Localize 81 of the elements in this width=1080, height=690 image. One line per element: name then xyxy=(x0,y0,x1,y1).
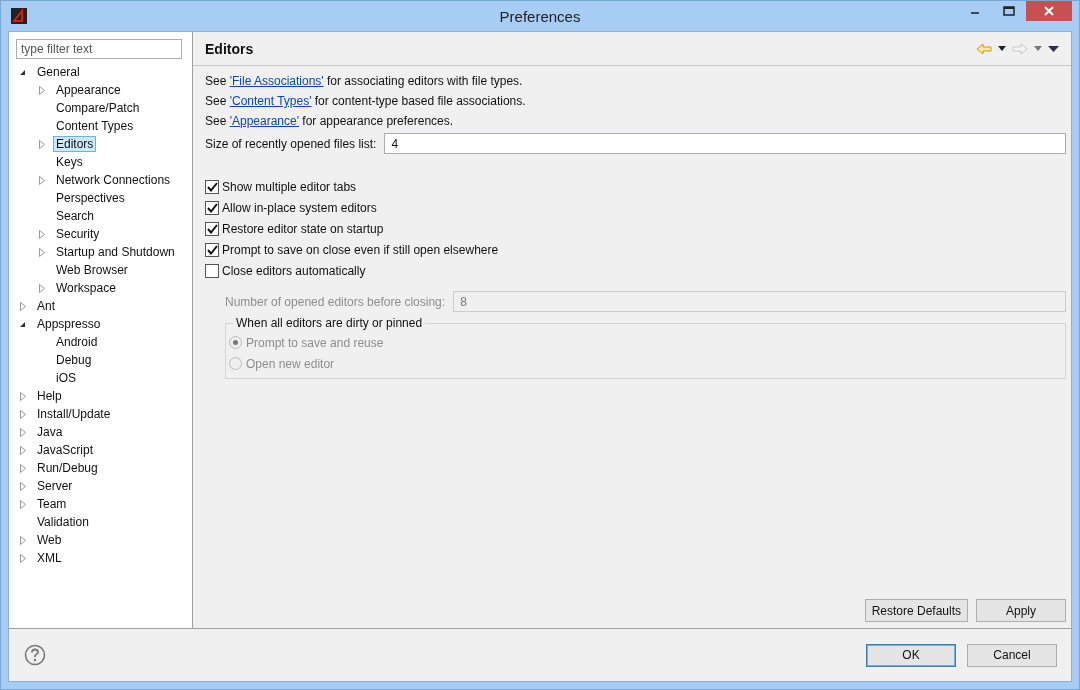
tree-item[interactable]: Compare/Patch xyxy=(53,100,143,116)
filter-field[interactable]: type filter text xyxy=(16,39,182,59)
field-label: Number of opened editors before closing: xyxy=(225,294,446,309)
tree-item[interactable]: Appearance xyxy=(53,82,124,98)
tree-item[interactable]: Android xyxy=(53,334,101,350)
tree-item[interactable]: Appspresso xyxy=(34,316,104,332)
tree-item[interactable]: Install/Update xyxy=(34,406,114,422)
app-logo-icon xyxy=(11,8,27,24)
checkbox[interactable] xyxy=(205,242,219,257)
dropdown-caret-icon[interactable] xyxy=(998,46,1006,51)
collapsed-triangle-icon[interactable] xyxy=(38,229,46,239)
window-title: Preferences xyxy=(499,7,581,25)
collapsed-triangle-icon[interactable] xyxy=(38,283,46,293)
group-title: When all editors are dirty or pinned xyxy=(235,316,424,330)
collapsed-triangle-icon[interactable] xyxy=(19,553,27,563)
page-title: Editors xyxy=(205,40,254,57)
tree-item[interactable]: iOS xyxy=(53,370,79,386)
tree-item[interactable]: Perspectives xyxy=(53,190,128,206)
tree-item[interactable]: Validation xyxy=(34,514,92,530)
close-icon xyxy=(1044,6,1054,16)
dialog-button[interactable]: Apply xyxy=(976,599,1066,622)
tree-item[interactable]: Startup and Shutdown xyxy=(53,244,178,260)
back-arrow-icon[interactable] xyxy=(976,42,992,55)
info-sentence: See 'Content Types' for content-type based file associations. xyxy=(205,93,527,110)
checkbox[interactable] xyxy=(205,179,219,194)
checkbox-label: Restore editor state on startup xyxy=(222,221,384,236)
maximize-icon xyxy=(1003,6,1015,16)
tree-item[interactable]: Network Connections xyxy=(53,172,174,188)
tree-item[interactable]: Security xyxy=(53,226,103,242)
tree-item[interactable]: XML xyxy=(34,550,65,566)
tree-item[interactable]: Web Browser xyxy=(53,262,131,278)
collapsed-triangle-icon[interactable] xyxy=(38,85,46,95)
info-sentence: See 'Appearance' for appearance preferences. xyxy=(205,113,455,130)
radio-label: Open new editor xyxy=(246,356,335,371)
tree-item[interactable]: Keys xyxy=(53,154,86,170)
collapsed-triangle-icon[interactable] xyxy=(19,463,27,473)
collapsed-triangle-icon[interactable] xyxy=(38,175,46,185)
checkbox-label: Allow in-place system editors xyxy=(222,200,377,215)
dialog-button[interactable]: Cancel xyxy=(967,643,1057,667)
collapsed-triangle-icon[interactable] xyxy=(19,409,27,419)
recent-files-field[interactable]: 4 xyxy=(384,133,1066,154)
dialog-button[interactable]: OK xyxy=(866,643,956,667)
collapsed-triangle-icon[interactable] xyxy=(19,481,27,491)
info-sentence: See 'File Associations' for associating editors with file types. xyxy=(205,73,524,90)
collapsed-triangle-icon[interactable] xyxy=(19,427,27,437)
checkbox[interactable] xyxy=(205,263,219,278)
collapsed-triangle-icon[interactable] xyxy=(19,445,27,455)
collapsed-triangle-icon[interactable] xyxy=(19,391,27,401)
checkbox-label: Prompt to save on close even if still open elsewhere xyxy=(222,242,499,257)
preference-link[interactable]: 'File Associations' xyxy=(229,74,324,88)
tree-item[interactable]: Content Types xyxy=(53,118,137,134)
view-menu-icon[interactable] xyxy=(1048,45,1059,52)
tree-item[interactable]: Web xyxy=(34,532,65,548)
close-button[interactable] xyxy=(1026,1,1072,21)
tree-item[interactable]: Editors xyxy=(53,136,97,152)
preference-link[interactable]: 'Content Types' xyxy=(229,94,312,108)
tree-item[interactable]: Ant xyxy=(34,298,58,314)
collapsed-triangle-icon[interactable] xyxy=(19,535,27,545)
checkbox[interactable] xyxy=(205,200,219,215)
checkbox-label: Show multiple editor tabs xyxy=(222,179,357,194)
tree-item[interactable]: Run/Debug xyxy=(34,460,101,476)
radio-label: Prompt to save and reuse xyxy=(246,335,384,350)
tree-item[interactable]: General xyxy=(34,64,83,80)
preference-link[interactable]: 'Appearance' xyxy=(229,114,299,128)
collapsed-triangle-icon[interactable] xyxy=(19,301,27,311)
checkbox[interactable] xyxy=(205,221,219,236)
tree-item[interactable]: Workspace xyxy=(53,280,119,296)
checkbox-label: Close editors automatically xyxy=(222,263,366,278)
dialog-button[interactable]: Restore Defaults xyxy=(864,599,968,622)
tree-item[interactable]: Debug xyxy=(53,352,95,368)
tree-item[interactable]: Team xyxy=(34,496,70,512)
tree-item[interactable]: JavaScript xyxy=(34,442,97,458)
tree-item[interactable]: Search xyxy=(53,208,98,224)
collapsed-triangle-icon[interactable] xyxy=(38,247,46,257)
help-icon[interactable] xyxy=(24,644,46,666)
tree-item[interactable]: Java xyxy=(34,424,66,440)
tree-item[interactable]: Help xyxy=(34,388,65,404)
field-label: Size of recently opened files list: xyxy=(205,136,377,151)
collapsed-triangle-icon[interactable] xyxy=(19,499,27,509)
tree-item[interactable]: Server xyxy=(34,478,76,494)
collapsed-triangle-icon[interactable] xyxy=(38,139,46,149)
